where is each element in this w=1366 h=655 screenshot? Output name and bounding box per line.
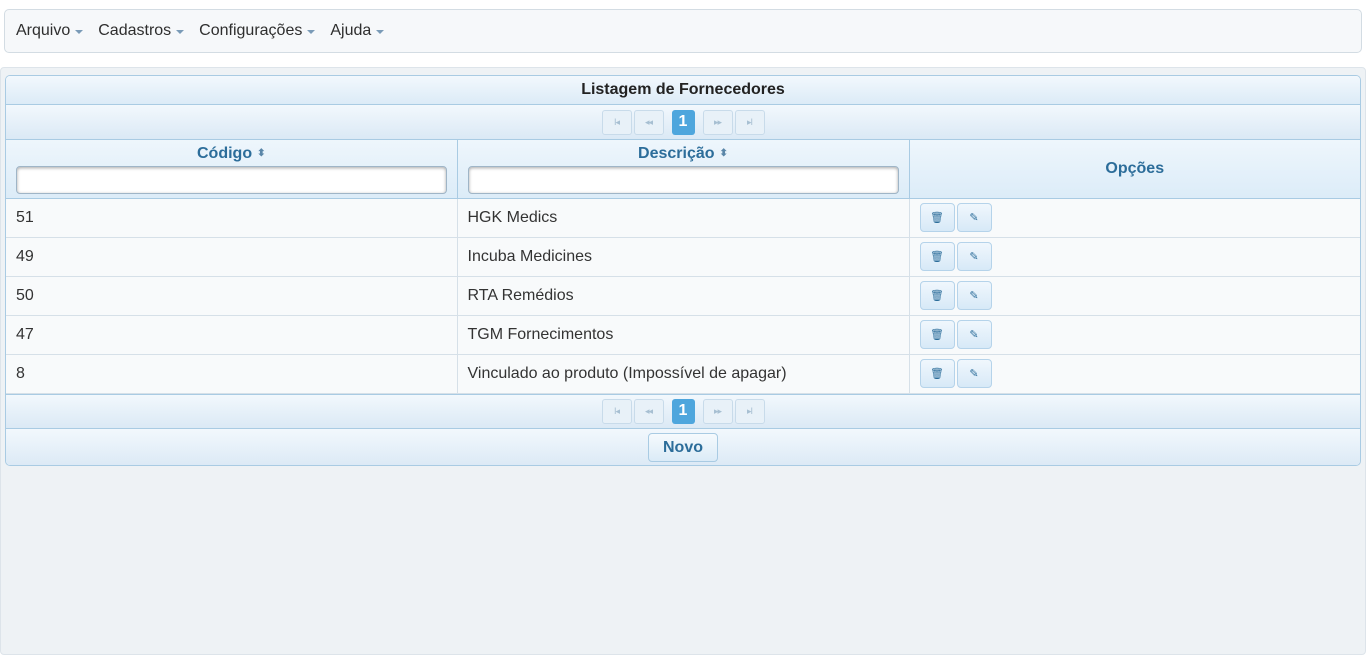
pencil-icon: ✎ xyxy=(969,368,979,380)
last-page-icon[interactable]: ▸I xyxy=(734,398,765,424)
trash-icon: 🗑 xyxy=(930,251,944,263)
codigo-cell: 49 xyxy=(6,237,458,277)
descricao-cell: HGK Medics xyxy=(457,198,910,238)
column-header-codigo[interactable]: Código ⬍ xyxy=(6,140,458,199)
pencil-icon: ✎ xyxy=(969,290,979,302)
descricao-filter-input[interactable] xyxy=(467,166,899,194)
descricao-cell: Incuba Medicines xyxy=(457,237,910,277)
pencil-icon: ✎ xyxy=(969,251,979,263)
descricao-cell: RTA Remédios xyxy=(457,276,910,316)
menu-cadastros[interactable]: Cadastros xyxy=(98,22,185,40)
table-row: 50 RTA Remédios 🗑 ✎ xyxy=(6,276,1360,316)
edit-button[interactable]: ✎ xyxy=(956,203,992,232)
delete-button[interactable]: 🗑 xyxy=(919,203,955,232)
menu-label: Ajuda xyxy=(330,22,372,39)
table-row: 47 TGM Fornecimentos 🗑 ✎ xyxy=(6,315,1360,355)
previous-page-icon[interactable]: ◂◂ xyxy=(633,109,664,135)
suppliers-table: Código ⬍ Descrição ⬍ Opções 51 HGK Medic… xyxy=(6,140,1360,394)
codigo-filter-input[interactable] xyxy=(16,166,447,194)
first-page-icon[interactable]: I◂ xyxy=(601,109,632,135)
codigo-cell: 50 xyxy=(6,276,458,316)
table-row: 49 Incuba Medicines 🗑 ✎ xyxy=(6,237,1360,277)
menu-label: Arquivo xyxy=(16,22,71,39)
column-label: Opções xyxy=(1105,159,1165,177)
menu-configuracoes[interactable]: Configurações xyxy=(199,22,316,40)
trash-icon: 🗑 xyxy=(930,290,944,302)
codigo-cell: 47 xyxy=(6,315,458,355)
edit-button[interactable]: ✎ xyxy=(956,320,992,349)
edit-button[interactable]: ✎ xyxy=(956,281,992,310)
previous-page-icon[interactable]: ◂◂ xyxy=(633,398,664,424)
panel-title: Listagem de Fornecedores xyxy=(6,76,1360,105)
edit-button[interactable]: ✎ xyxy=(956,242,992,271)
menu-bar: Arquivo Cadastros Configurações Ajuda xyxy=(4,9,1362,53)
menu-arquivo[interactable]: Arquivo xyxy=(16,22,84,40)
suppliers-panel: Listagem de Fornecedores I◂ ◂◂ 1 ▸▸ ▸I C… xyxy=(5,75,1361,466)
menu-ajuda[interactable]: Ajuda xyxy=(330,22,385,40)
descricao-cell: Vinculado ao produto (Impossível de apag… xyxy=(457,354,910,394)
menu-label: Cadastros xyxy=(98,22,172,39)
delete-button[interactable]: 🗑 xyxy=(919,281,955,310)
options-cell: 🗑 ✎ xyxy=(909,237,1360,277)
panel-footer: Novo xyxy=(6,428,1360,465)
options-cell: 🗑 ✎ xyxy=(909,315,1360,355)
next-page-icon[interactable]: ▸▸ xyxy=(702,109,733,135)
pencil-icon: ✎ xyxy=(969,329,979,341)
pencil-icon: ✎ xyxy=(969,212,979,224)
column-header-descricao[interactable]: Descrição ⬍ xyxy=(457,140,910,199)
delete-button[interactable]: 🗑 xyxy=(919,359,955,388)
column-label: Código xyxy=(197,145,253,162)
options-cell: 🗑 ✎ xyxy=(909,354,1360,394)
caret-down-icon xyxy=(176,30,185,34)
caret-down-icon xyxy=(75,30,84,34)
column-label: Descrição xyxy=(638,145,715,162)
descricao-cell: TGM Fornecimentos xyxy=(457,315,910,355)
new-button[interactable]: Novo xyxy=(648,433,718,462)
trash-icon: 🗑 xyxy=(930,329,944,341)
sort-icon[interactable]: ⬍ xyxy=(257,149,265,159)
paginator-top: I◂ ◂◂ 1 ▸▸ ▸I xyxy=(6,105,1360,140)
table-row: 51 HGK Medics 🗑 ✎ xyxy=(6,198,1360,238)
next-page-icon[interactable]: ▸▸ xyxy=(702,398,733,424)
edit-button[interactable]: ✎ xyxy=(956,359,992,388)
sort-icon[interactable]: ⬍ xyxy=(720,149,728,159)
last-page-icon[interactable]: ▸I xyxy=(734,109,765,135)
options-cell: 🗑 ✎ xyxy=(909,198,1360,238)
trash-icon: 🗑 xyxy=(930,368,944,380)
delete-button[interactable]: 🗑 xyxy=(919,320,955,349)
codigo-cell: 8 xyxy=(6,354,458,394)
codigo-cell: 51 xyxy=(6,198,458,238)
options-cell: 🗑 ✎ xyxy=(909,276,1360,316)
delete-button[interactable]: 🗑 xyxy=(919,242,955,271)
first-page-icon[interactable]: I◂ xyxy=(601,398,632,424)
menu-label: Configurações xyxy=(199,22,303,39)
caret-down-icon xyxy=(307,30,316,34)
caret-down-icon xyxy=(376,30,385,34)
paginator-bottom: I◂ ◂◂ 1 ▸▸ ▸I xyxy=(6,393,1360,429)
page-number[interactable]: 1 xyxy=(671,398,695,424)
trash-icon: 🗑 xyxy=(930,212,944,224)
page-number[interactable]: 1 xyxy=(671,109,695,135)
table-row: 8 Vinculado ao produto (Impossível de ap… xyxy=(6,354,1360,394)
column-header-opcoes: Opções xyxy=(909,140,1360,199)
